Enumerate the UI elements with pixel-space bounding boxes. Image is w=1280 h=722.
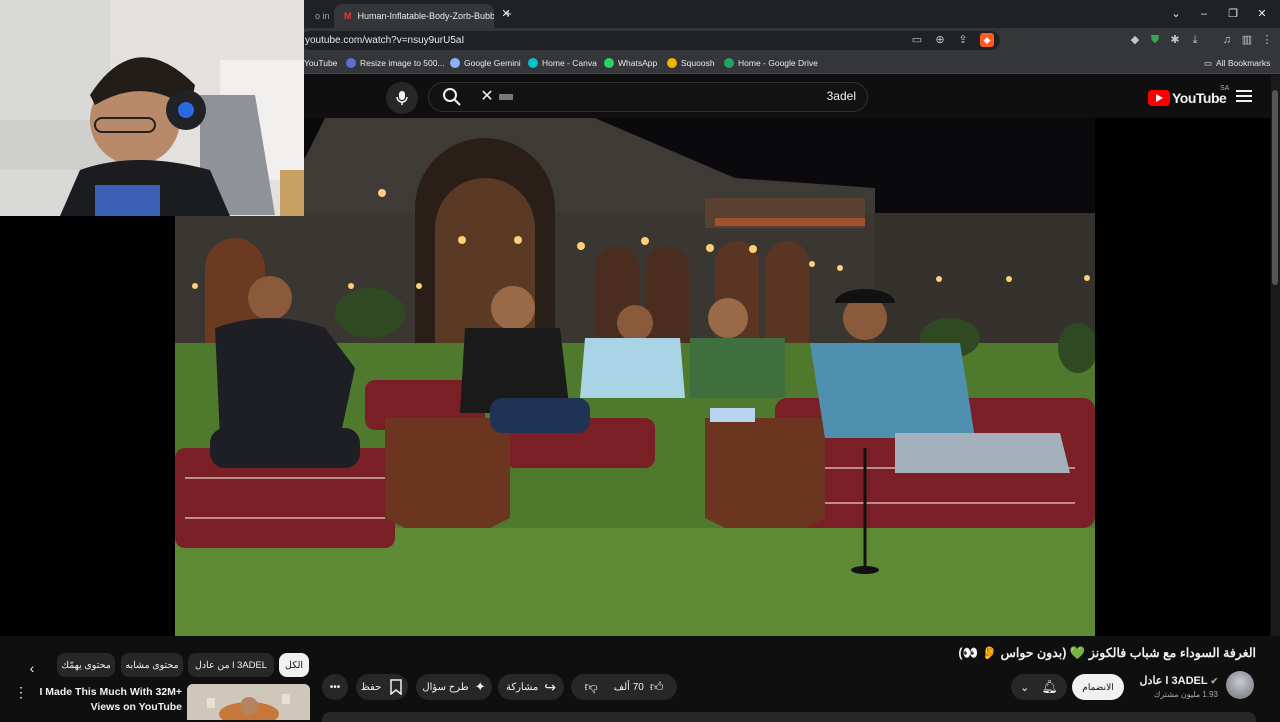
clear-search-icon[interactable]: ✕ [478,88,496,106]
bookmark-icon [390,679,403,695]
like-dislike-group: 👎︎ 70 ألف 👍︎ [571,674,677,700]
subscriber-count: 1.93 مليون مشترك [1153,690,1218,699]
channel-name-link[interactable]: عادل l 3ADEL ✔ [1130,674,1218,687]
tab-favicon-icon: M [344,11,352,21]
search-input[interactable]: 3adel [780,89,856,103]
hamburger-menu-icon[interactable] [1236,89,1252,103]
close-window-button[interactable]: ✕ [1252,6,1272,22]
bookmark-label: Home - Canva [542,58,597,68]
region-code: SA [1220,85,1230,92]
webcam-overlay [0,0,304,216]
description-box[interactable] [322,712,1256,722]
more-actions-button[interactable]: ••• [322,674,348,700]
all-bookmarks-label: All Bookmarks [1216,58,1271,68]
browser-menu-icon[interactable]: ⋮ [1260,33,1274,47]
bookmark-label: YouTube [304,58,338,68]
bookmark-label: Google Gemini [464,58,521,68]
bookmark-youtube[interactable]: YouTube [304,56,337,70]
tab-search-dropdown-icon[interactable]: ⌄ [1166,6,1186,22]
channel-avatar[interactable] [1226,671,1254,699]
webcam-image [0,0,304,216]
verified-icon: ✔ [1210,676,1218,686]
download-icon[interactable]: ⤓ [1188,33,1202,47]
microphone-icon [396,91,408,105]
chip-interest[interactable]: محتوى يهمّك [57,653,115,677]
youtube-play-icon [1148,90,1170,106]
ask-label: طرح سؤال [422,681,469,693]
bookmark-squoosh[interactable]: Squoosh [667,56,715,70]
minimize-button[interactable]: – [1194,6,1214,22]
cast-icon[interactable]: ▭ [910,33,924,47]
more-icon: ••• [329,681,341,693]
like-icon[interactable]: 👍︎ [650,679,664,695]
url-input[interactable]: youtube.com/watch?v=nsuy9urU5aI [300,31,1000,50]
folder-icon: ▭ [1204,57,1213,68]
bookmark-drive[interactable]: Home - Google Drive [724,56,818,70]
chip-all[interactable]: الكل [279,653,309,677]
bookmark-resize[interactable]: Resize image to 500... [346,56,445,70]
new-tab-button[interactable]: + [498,6,518,22]
bookmark-label: Squoosh [681,58,715,68]
dislike-icon[interactable]: 👎︎ [585,679,598,695]
chip-related[interactable]: محتوى مشابه [121,653,183,677]
canva-favicon-icon [528,58,538,68]
bookmark-label: WhatsApp [618,58,658,68]
restore-button[interactable]: ❐ [1223,6,1243,22]
drive-favicon-icon [724,58,734,68]
like-count[interactable]: 70 ألف [614,682,644,693]
join-button[interactable]: الانضمام [1072,674,1124,700]
bookmark-whatsapp[interactable]: WhatsApp [604,56,657,70]
youtube-logo[interactable]: YouTube [1148,88,1227,108]
save-label: حفظ [360,681,382,693]
chevron-down-icon: ⌄ [1020,681,1030,694]
bell-icon: 🔔︎ [1041,679,1058,694]
squoosh-favicon-icon [667,58,677,68]
voice-search-button[interactable] [386,82,418,114]
video-title: الغرفة السوداء مع شباب فالكونز 💚 (بدون ح… [958,646,1256,660]
video-scene-image [175,118,1095,636]
thumbnail-image [187,684,310,720]
whatsapp-favicon-icon [604,58,614,68]
zoom-icon[interactable]: ⊕ [933,33,947,47]
share-button[interactable]: مشاركة ↪ [498,674,564,700]
sparkle-icon: ✦ [474,679,486,694]
share-icon: ↪ [544,678,556,695]
side-panel-icon[interactable]: ▥ [1240,33,1254,47]
bookmark-canva[interactable]: Home - Canva [528,56,597,70]
chevron-left-icon[interactable]: ‹ [22,658,42,678]
channel-name: عادل l 3ADEL [1139,675,1208,687]
extensions-puzzle-icon[interactable]: ✱ [1168,33,1182,47]
bookmark-gemini[interactable]: Google Gemini [450,56,521,70]
all-bookmarks-button[interactable]: ▭ All Bookmarks [1204,56,1270,70]
search-text-cursor [499,94,513,100]
share-label: مشاركة [505,681,539,693]
resize-favicon-icon [346,58,356,68]
ask-button[interactable]: طرح سؤال ✦ [416,674,492,700]
recommended-video-thumbnail[interactable] [187,684,310,720]
tab-label: o in [315,11,330,21]
gemini-favicon-icon [450,58,460,68]
browser-tab-active[interactable]: M Human-Inflatable-Body-Zorb-Bubble [334,4,494,28]
notifications-button[interactable]: ⌄ 🔔︎ [1011,674,1067,700]
bookmark-label: Home - Google Drive [738,58,818,68]
extension-shield-icon[interactable]: ⛊ [1148,33,1162,47]
share-page-icon[interactable]: ⇪ [956,33,970,47]
tab-label: Human-Inflatable-Body-Zorb-Bubble [357,11,495,21]
chip-from-channel[interactable]: من عادل l 3ADEL [188,653,274,677]
media-control-icon[interactable]: ♫ [1220,33,1234,47]
search-icon[interactable] [442,87,462,107]
extension-diamond-icon[interactable]: ◆ [1128,33,1142,47]
scrollbar-thumb[interactable] [1272,90,1278,285]
video-frame[interactable] [175,118,1095,636]
recommended-video-title[interactable]: I Made This Much With 32M+ Views on YouT… [36,685,182,715]
save-button[interactable]: حفظ [356,674,408,700]
bookmark-label: Resize image to 500... [360,58,445,68]
more-vertical-icon[interactable]: ⋮ [14,684,28,702]
brave-shield-icon[interactable]: ◆ [980,33,994,47]
browser-tab-previous[interactable]: o in [305,4,335,28]
youtube-wordmark: YouTube [1172,90,1227,106]
